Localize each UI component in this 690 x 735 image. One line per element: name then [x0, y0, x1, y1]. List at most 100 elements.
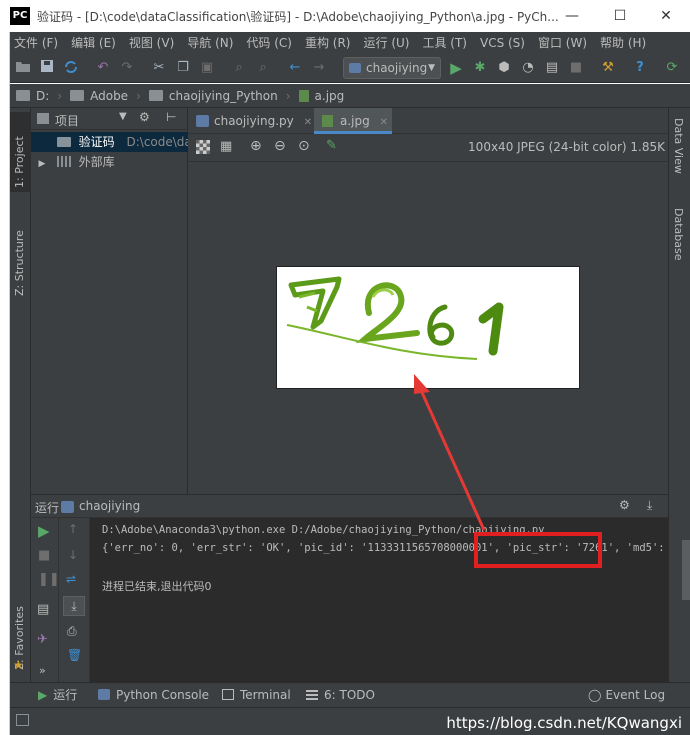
- menu-help[interactable]: 帮助 (H): [600, 34, 646, 51]
- breadcrumb-adobe[interactable]: Adobe ›: [70, 89, 149, 103]
- tool-window-bar: ▶ 运行 Python Console Terminal 6: TODO ◯ Eve…: [10, 682, 690, 707]
- tab-run[interactable]: ▶ 运行: [38, 687, 77, 704]
- project-panel: 项目 ▼ ⚙ ⊢ 验证码 D:\code\dataClassification\…: [31, 108, 188, 494]
- menu-view[interactable]: 视图 (V): [129, 34, 174, 51]
- tab-a-jpg[interactable]: a.jpg ✕: [314, 108, 392, 134]
- replace-icon[interactable]: ⌕: [254, 59, 272, 77]
- python-icon: [98, 689, 110, 700]
- menu-window[interactable]: 窗口 (W): [538, 34, 587, 51]
- cut-icon[interactable]: ✂: [150, 59, 168, 77]
- library-icon: [56, 156, 71, 167]
- chevron-right-icon: ›: [57, 88, 63, 103]
- menu-edit[interactable]: 编辑 (E): [71, 34, 116, 51]
- tab-chaojiying-py[interactable]: chaojiying.py ✕: [188, 108, 313, 134]
- chevron-right-icon: ▶: [38, 159, 46, 169]
- run-icon[interactable]: ▶: [447, 59, 465, 77]
- run-icon: ▶: [38, 688, 48, 702]
- tree-item-external-libraries[interactable]: ▶ 外部库: [31, 152, 188, 172]
- actual-size-icon[interactable]: ⊙: [298, 138, 310, 154]
- soft-wrap-icon[interactable]: ⇌: [66, 572, 76, 586]
- concurrency-icon[interactable]: ▤: [543, 59, 561, 77]
- open-folder-icon[interactable]: [14, 59, 32, 77]
- breadcrumb-file[interactable]: a.jpg: [298, 89, 344, 103]
- more-icon[interactable]: »: [39, 664, 46, 677]
- help-icon[interactable]: ?: [631, 59, 649, 77]
- breadcrumb: D: › Adobe › chaojiying_Python › a.jpg: [10, 84, 690, 108]
- python-file-icon: [196, 115, 209, 127]
- scroll-to-end-icon[interactable]: ⤓: [63, 596, 85, 616]
- tab-python-console[interactable]: Python Console: [98, 687, 209, 704]
- color-picker-icon[interactable]: ✎: [326, 138, 337, 153]
- hide-panel-icon[interactable]: ⤓: [647, 498, 652, 513]
- menu-code[interactable]: 代码 (C): [246, 34, 292, 51]
- project-panel-title[interactable]: 项目: [55, 112, 79, 129]
- pause-icon[interactable]: ❚❚: [38, 572, 60, 587]
- star-icon: ★: [13, 658, 24, 672]
- todo-icon: [306, 689, 318, 700]
- collapse-icon[interactable]: ⊢: [166, 110, 176, 124]
- menu-refactor[interactable]: 重构 (R): [305, 34, 351, 51]
- menu-vcs[interactable]: VCS (S): [480, 36, 525, 50]
- tree-item-root[interactable]: 验证码 D:\code\dataClassification\验证码: [31, 132, 188, 152]
- chessboard-icon[interactable]: [196, 140, 210, 154]
- tool-windows-toggle-icon[interactable]: [16, 714, 29, 726]
- down-arrow-icon[interactable]: ↓: [68, 548, 78, 562]
- pin-icon[interactable]: ✈: [37, 632, 48, 647]
- gear-icon[interactable]: ⚙: [619, 498, 630, 512]
- project-panel-header: 项目 ▼ ⚙ ⊢: [31, 108, 188, 130]
- copy-icon[interactable]: ❐: [174, 59, 192, 77]
- console-output[interactable]: D:\Adobe\Anaconda3\python.exe D:/Adobe/c…: [90, 518, 668, 682]
- print-icon[interactable]: ⎙: [67, 624, 77, 639]
- rerun-icon[interactable]: ▶: [38, 522, 50, 540]
- desktop-edge: [0, 32, 10, 735]
- image-info: 100x40 JPEG (24-bit color) 1.85K: [468, 140, 665, 154]
- restore-layout-icon[interactable]: ▤: [37, 602, 49, 617]
- folder-icon: [16, 90, 30, 101]
- chevron-down-icon[interactable]: ▼: [119, 111, 127, 122]
- run-actions-toolbar: ▶ ■ ❚❚ ▤ ✈ »: [31, 518, 60, 682]
- minimize-button[interactable]: —: [562, 6, 582, 26]
- console-scrollbar[interactable]: [682, 540, 690, 600]
- paste-icon[interactable]: ▣: [198, 59, 216, 77]
- stop-icon[interactable]: ■: [38, 548, 50, 563]
- tab-structure[interactable]: Z: Structure: [13, 204, 26, 296]
- back-icon[interactable]: ←: [286, 59, 304, 77]
- undo-icon[interactable]: ↶: [94, 59, 112, 77]
- close-button[interactable]: ✕: [656, 6, 676, 26]
- debug-icon[interactable]: ✱: [471, 59, 489, 77]
- sync-icon[interactable]: [62, 59, 80, 77]
- find-icon[interactable]: ⌕: [230, 59, 248, 77]
- coverage-icon[interactable]: ⬢: [495, 59, 513, 77]
- zoom-in-icon[interactable]: ⊕: [250, 138, 262, 154]
- tab-todo[interactable]: 6: TODO: [306, 687, 375, 704]
- gear-icon[interactable]: ⚙: [139, 110, 150, 124]
- forward-icon[interactable]: →: [310, 59, 328, 77]
- close-tab-icon[interactable]: ✕: [380, 117, 388, 128]
- folder-icon: [70, 90, 85, 101]
- maximize-button[interactable]: ☐: [610, 6, 630, 26]
- grid-icon[interactable]: ▦: [220, 139, 232, 154]
- menu-tools[interactable]: 工具 (T): [422, 34, 467, 51]
- zoom-out-icon[interactable]: ⊖: [274, 138, 286, 154]
- menu-navigate[interactable]: 导航 (N): [187, 34, 233, 51]
- stop-icon[interactable]: ■: [567, 59, 585, 77]
- tab-database[interactable]: Database: [672, 208, 685, 278]
- breadcrumb-drive[interactable]: D: ›: [16, 89, 70, 103]
- tab-project[interactable]: 1: Project: [13, 116, 26, 188]
- breadcrumb-project[interactable]: chaojiying_Python ›: [148, 89, 299, 103]
- menu-file[interactable]: 文件 (F): [14, 34, 58, 51]
- trash-icon[interactable]: 🗑: [67, 648, 82, 662]
- tab-terminal[interactable]: Terminal: [222, 687, 291, 704]
- redo-icon[interactable]: ↷: [118, 59, 136, 77]
- update-icon[interactable]: ⟳: [663, 59, 681, 77]
- settings-wrench-icon[interactable]: ⚒: [599, 59, 617, 77]
- close-tab-icon[interactable]: ✕: [304, 117, 312, 128]
- up-arrow-icon[interactable]: ↑: [68, 522, 78, 536]
- menu-run[interactable]: 运行 (U): [364, 34, 410, 51]
- tab-event-log[interactable]: ◯ Event Log: [588, 687, 665, 704]
- profile-icon[interactable]: ◔: [519, 59, 537, 77]
- save-icon[interactable]: [38, 59, 56, 77]
- run-config-name: chaojiying: [79, 499, 141, 513]
- tab-data-view[interactable]: Data View: [672, 118, 685, 188]
- run-configuration-select[interactable]: chaojiying ▼: [343, 57, 441, 79]
